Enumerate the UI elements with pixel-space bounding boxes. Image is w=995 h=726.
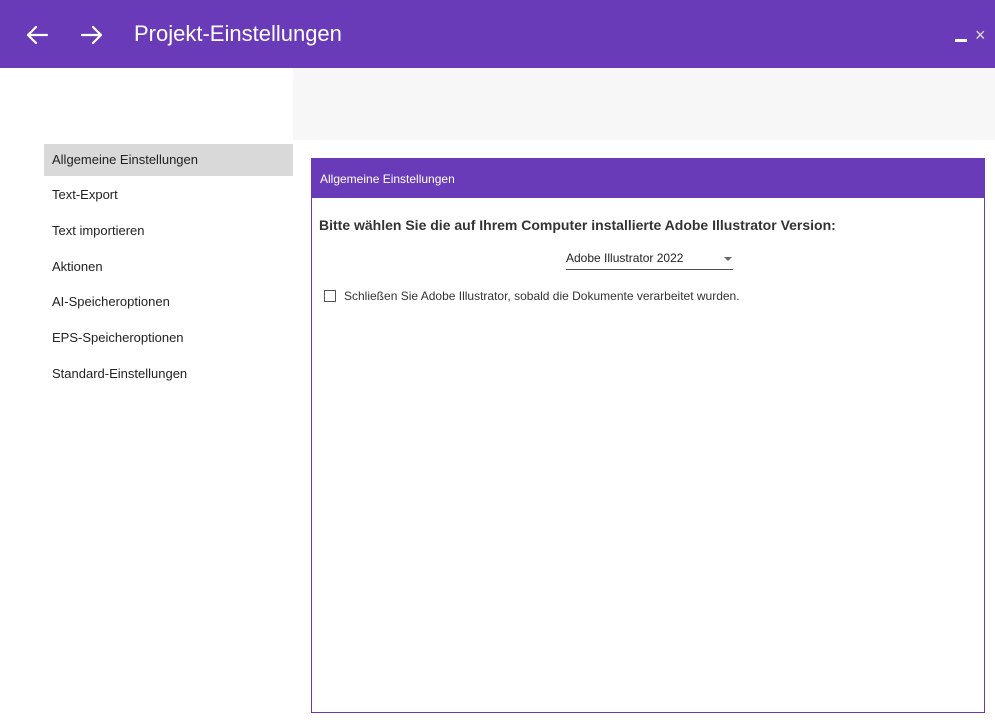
sidebar-item-label: Standard-Einstellungen [52,366,188,381]
sidebar-item-label: AI-Speicheroptionen [52,294,170,309]
sidebar-item-label: Text-Export [52,187,118,202]
arrow-left-icon [26,25,49,45]
forward-button[interactable] [77,20,107,50]
version-question: Bitte wählen Sie die auf Ihrem Computer … [319,217,836,233]
close-illustrator-checkbox[interactable] [324,290,336,302]
sidebar-item-label: Allgemeine Einstellungen [52,152,198,167]
minimize-icon [955,39,967,42]
sidebar-item-allgemeine-einstellungen[interactable]: Allgemeine Einstellungen [44,144,293,176]
sidebar-item-label: EPS-Speicheroptionen [52,330,184,345]
close-icon: × [975,25,986,45]
sidebar-item-label: Text importieren [52,223,145,238]
close-button[interactable]: × [975,22,995,48]
window-title: Projekt-Einstellungen [134,21,342,46]
sidebar-item-eps-speicheroptionen[interactable]: EPS-Speicheroptionen [44,322,293,354]
minimize-button[interactable] [950,20,972,50]
close-illustrator-option[interactable]: Schließen Sie Adobe Illustrator, sobald … [324,288,740,304]
toolbar-area [0,68,995,140]
sidebar-item-ai-speicheroptionen[interactable]: AI-Speicheroptionen [44,286,293,318]
version-select-value: Adobe Illustrator 2022 [566,251,684,265]
arrow-right-icon [80,25,103,45]
panel-title: Allgemeine Einstellungen [320,172,455,186]
title-bar: Projekt-Einstellungen × [0,0,995,68]
chevron-down-icon [724,257,732,261]
sidebar-item-aktionen[interactable]: Aktionen [44,251,293,283]
sidebar-item-standard-einstellungen[interactable]: Standard-Einstellungen [44,358,293,390]
settings-panel: Allgemeine Einstellungen Bitte wählen Si… [311,158,985,713]
illustrator-version-select[interactable]: Adobe Illustrator 2022 [566,249,733,270]
sidebar-item-text-importieren[interactable]: Text importieren [44,215,293,247]
panel-header: Allgemeine Einstellungen [312,159,984,198]
back-button[interactable] [22,20,52,50]
sidebar-item-label: Aktionen [52,259,103,274]
sidebar: Allgemeine Einstellungen Text-Export Tex… [0,140,293,726]
close-illustrator-label: Schließen Sie Adobe Illustrator, sobald … [344,289,740,303]
content-header-strip [293,68,995,140]
sidebar-item-text-export[interactable]: Text-Export [44,179,293,211]
